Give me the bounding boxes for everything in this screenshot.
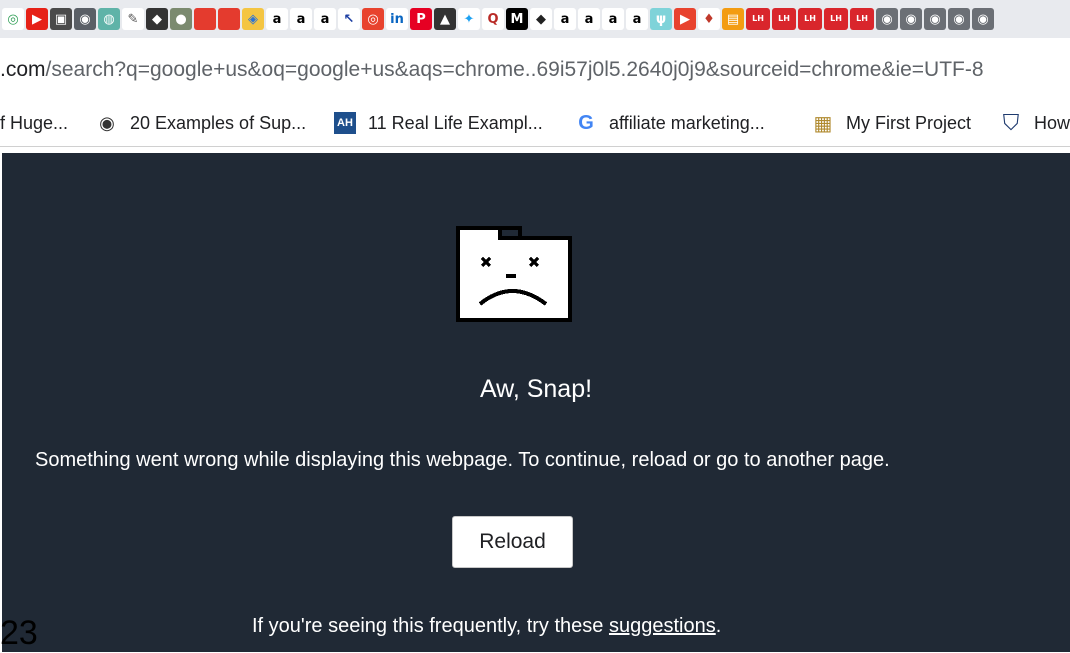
bookmark-20-examples[interactable]: ◉ 20 Examples of Sup...: [96, 100, 306, 146]
hint-text: If you're seeing this frequently, try th…: [252, 615, 609, 637]
bookmark-my-first-project[interactable]: ▦ My First Project: [812, 100, 971, 146]
quora-extension-icon[interactable]: Q: [482, 8, 504, 30]
red-square-2-extension-icon[interactable]: [218, 8, 240, 30]
bookmark-label: f Huge...: [0, 112, 69, 133]
bookmark-label: 20 Examples of Sup...: [130, 112, 307, 133]
twitter-extension-icon[interactable]: ✦: [458, 8, 480, 30]
error-hint: If you're seeing this frequently, try th…: [252, 615, 721, 638]
gray-circle-5-extension-icon[interactable]: ◉: [972, 8, 994, 30]
amazon-5-extension-icon[interactable]: a: [578, 8, 600, 30]
bookmark-label: affiliate marketing...: [609, 112, 765, 133]
address-bar[interactable]: .com/search?q=google+us&oq=google+us&aqs…: [0, 50, 1070, 90]
shield-icon: ⛉: [1002, 110, 1020, 135]
gray-circle-4-extension-icon[interactable]: ◉: [948, 8, 970, 30]
hint-suffix: .: [715, 615, 722, 637]
gray-circle-2-extension-icon[interactable]: ◉: [900, 8, 922, 30]
url-text[interactable]: .com/search?q=google+us&oq=google+us&aqs…: [0, 50, 984, 90]
green-circle-extension-icon[interactable]: ◎: [2, 8, 24, 30]
bookmark-affiliate-marketing[interactable]: G affiliate marketing...: [575, 100, 765, 146]
colorful-extension-icon[interactable]: ◈: [242, 8, 264, 30]
bookmarks-bar: f Huge... ◉ 20 Examples of Sup... AH 11 …: [0, 100, 1070, 147]
lh-extension-icon[interactable]: LH: [746, 8, 770, 30]
gray-circle-extension-icon[interactable]: ◉: [876, 8, 898, 30]
orange-badge-extension-icon[interactable]: ▤: [722, 8, 744, 30]
lh-4-extension-icon[interactable]: LH: [824, 8, 848, 30]
teal-shield-extension-icon[interactable]: ψ: [650, 8, 672, 30]
owl-extension-icon[interactable]: ◆: [530, 8, 552, 30]
youtube-extension-icon[interactable]: ▶: [26, 8, 48, 30]
mountain-extension-icon[interactable]: ▲: [434, 8, 456, 30]
teal-extension-icon[interactable]: ◍: [98, 8, 120, 30]
box-extension-icon[interactable]: ▣: [50, 8, 72, 30]
error-message: Something went wrong while displaying th…: [35, 449, 890, 471]
gray-dot-extension-icon[interactable]: ●: [170, 8, 192, 30]
bookmark-label: My First Project: [846, 112, 972, 133]
reload-button[interactable]: Reload: [452, 516, 573, 568]
amazon-7-extension-icon[interactable]: a: [626, 8, 648, 30]
sad-folder-icon: [454, 224, 574, 328]
gray-circle-3-extension-icon[interactable]: ◉: [924, 8, 946, 30]
shield-extension-icon[interactable]: ◆: [146, 8, 168, 30]
amazon-4-extension-icon[interactable]: a: [554, 8, 576, 30]
suggestions-link[interactable]: suggestions: [609, 615, 716, 637]
error-page: Aw, Snap! Something went wrong while dis…: [2, 153, 1070, 652]
ah-icon: AH: [334, 112, 356, 134]
bookmark-11-real-life[interactable]: AH 11 Real Life Exampl...: [334, 100, 543, 146]
amazon-3-extension-icon[interactable]: a: [314, 8, 336, 30]
orange-circle-extension-icon[interactable]: ◎: [362, 8, 384, 30]
sketch-extension-icon[interactable]: ✎: [122, 8, 144, 30]
lh-5-extension-icon[interactable]: LH: [850, 8, 874, 30]
bookmark-label: How: [1034, 112, 1070, 133]
globe-icon: ◉: [99, 112, 115, 133]
google-icon: G: [578, 111, 594, 134]
flame-extension-icon[interactable]: ♦: [698, 8, 720, 30]
medium-extension-icon[interactable]: M: [506, 8, 528, 30]
error-title: Aw, Snap!: [479, 375, 593, 403]
amazon-extension-icon[interactable]: a: [266, 8, 288, 30]
arrow-extension-icon[interactable]: ↖: [338, 8, 360, 30]
pinterest-extension-icon[interactable]: P: [410, 8, 432, 30]
lh-3-extension-icon[interactable]: LH: [798, 8, 822, 30]
corner-number: 23: [0, 614, 38, 652]
amazon-2-extension-icon[interactable]: a: [290, 8, 312, 30]
bookmark-huge[interactable]: f Huge...: [0, 100, 68, 146]
globe-extension-icon[interactable]: ◉: [74, 8, 96, 30]
red-square-extension-icon[interactable]: [194, 8, 216, 30]
bookmark-how[interactable]: ⛉ How: [1000, 100, 1070, 146]
red-play-extension-icon[interactable]: ▶: [674, 8, 696, 30]
lh-2-extension-icon[interactable]: LH: [772, 8, 796, 30]
linkedin-extension-icon[interactable]: in: [386, 8, 408, 30]
amazon-6-extension-icon[interactable]: a: [602, 8, 624, 30]
project-icon: ▦: [813, 112, 833, 135]
bookmark-label: 11 Real Life Exampl...: [368, 112, 543, 133]
extensions-bar: ◎ ▶ ▣ ◉ ◍ ✎ ◆ ● ◈ a a a ↖ ◎ in P ▲ ✦ Q M ◆ a a a a ψ ▶ ♦ ▤ LH LH LH LH L…: [0, 0, 1070, 38]
